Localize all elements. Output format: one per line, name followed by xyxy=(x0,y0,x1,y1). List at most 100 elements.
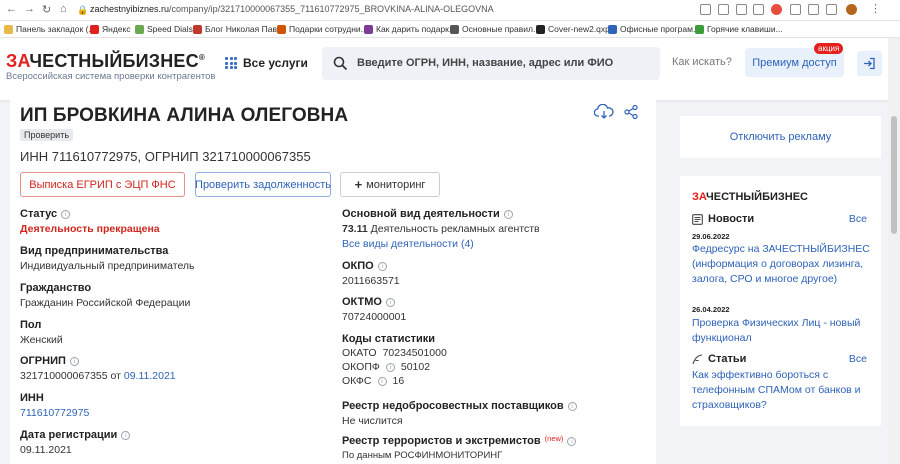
info-icon[interactable]: i xyxy=(61,209,71,219)
registration-date-value: 09.11.2021 xyxy=(20,444,72,456)
articles-label: Статьи xyxy=(708,353,747,365)
info-icon[interactable]: i xyxy=(385,297,395,307)
cloud-download-icon[interactable] xyxy=(594,104,614,120)
main-activity-label: Основной вид деятельности xyxy=(342,208,500,220)
search-input[interactable]: Введите ОГРН, ИНН, название, адрес или Ф… xyxy=(322,47,660,80)
ogrnip-number: 321710000067355 xyxy=(20,370,108,382)
disable-ads-link[interactable]: Отключить рекламу xyxy=(680,116,881,158)
new-badge: (new) xyxy=(544,433,564,443)
bookmark-item[interactable]: Как дарить подарк... xyxy=(364,24,456,34)
profile-avatar[interactable] xyxy=(846,4,857,15)
inn-value-link[interactable]: 711610772975 xyxy=(20,407,89,419)
news-date: 26.04.2022 xyxy=(692,305,730,314)
oktmo-value: 70724000001 xyxy=(342,311,407,323)
bookmark-item[interactable]: Блог Николая Пав... xyxy=(193,24,284,34)
home-icon[interactable]: ⌂ xyxy=(60,3,67,15)
all-activities-link[interactable]: Все виды деятельности (4) xyxy=(342,238,540,250)
bookmark-item[interactable]: Подарки сотрудни... xyxy=(277,24,368,34)
login-button[interactable] xyxy=(857,51,882,76)
okpo-label: ОКПО xyxy=(342,260,374,272)
egrip-extract-button[interactable]: Выписка ЕГРИП с ЭЦП ФНС xyxy=(20,172,185,197)
lock-icon[interactable]: 🔒 xyxy=(77,5,88,16)
registration-date-label: Дата регистрации xyxy=(20,429,118,441)
how-to-search-link[interactable]: Как искать? xyxy=(672,56,732,68)
all-news-link[interactable]: Все xyxy=(849,213,867,225)
kebab-menu-icon[interactable]: ⋮ xyxy=(870,2,881,15)
monitoring-button[interactable]: + мониторинг xyxy=(340,172,440,197)
extension-icon[interactable] xyxy=(771,4,782,15)
bookmark-item[interactable]: Speed Dials xyxy=(135,24,193,34)
okopf-row: ОКОПФ i 50102 xyxy=(342,361,447,373)
oktmo-field: ОКТМО i 70724000001 xyxy=(342,296,406,323)
news-item-link[interactable]: Федресурс на ЗАЧЕСТНЫЙБИЗНЕС (информация… xyxy=(692,242,872,287)
site-header: ЗАЧЕСТНЫЙБИЗНЕС® Всероссийская система п… xyxy=(0,38,888,100)
stat-codes-label: Коды статистики xyxy=(342,333,436,345)
article-link[interactable]: Как эффективно бороться с телефонным СПА… xyxy=(692,368,872,413)
info-icon[interactable]: i xyxy=(377,377,387,386)
puzzle-icon[interactable] xyxy=(808,4,819,15)
news-card-logo: ЗАЧЕСТНЫЙБИЗНЕС xyxy=(692,191,809,203)
url-field[interactable]: zachestnyibiznes.ru/company/ip/321710000… xyxy=(90,4,494,14)
okopf-value: 50102 xyxy=(400,361,431,373)
terrorists-registry-label: Реестр террористов и экстремистов xyxy=(342,435,541,447)
sex-label: Пол xyxy=(20,319,42,331)
info-icon[interactable]: i xyxy=(385,363,395,372)
reload-icon[interactable]: ↻ xyxy=(42,3,51,16)
info-icon[interactable]: i xyxy=(69,356,79,366)
back-icon[interactable]: ← xyxy=(6,3,17,15)
sidebar-icon[interactable] xyxy=(826,4,837,15)
keyboard-icon xyxy=(695,24,704,34)
unfair-suppliers-label: Реестр недобросовестных поставщиков xyxy=(342,400,564,412)
ogrnip-field: ОГРНИП i 321710000067355 от 09.11.2021 xyxy=(20,355,176,382)
share-page-icon[interactable] xyxy=(753,4,764,15)
activity-value: Деятельность рекламных агентств xyxy=(370,223,540,235)
all-services-button[interactable]: Все услуги xyxy=(225,56,308,70)
camera-icon[interactable] xyxy=(736,4,747,15)
browser-address-bar: ← → ↻ ⌂ 🔒 zachestnyibiznes.ru/company/ip… xyxy=(0,0,900,21)
okpo-field: ОКПО i 2011663571 xyxy=(342,260,400,287)
login-icon xyxy=(864,57,875,70)
yandex-icon xyxy=(90,24,99,34)
unfair-suppliers-value: Не числится xyxy=(342,415,403,427)
all-services-label: Все услуги xyxy=(243,56,308,70)
verify-tag[interactable]: Проверить xyxy=(20,129,74,141)
bookmark-star-icon[interactable] xyxy=(790,4,801,15)
check-debt-button[interactable]: Проверить задолженность xyxy=(195,172,331,197)
newspaper-icon xyxy=(692,213,703,225)
bookmark-item[interactable]: Панель закладок (... xyxy=(4,24,96,34)
bookmark-item[interactable]: Основные правил... xyxy=(450,24,540,34)
okfs-value: 16 xyxy=(392,375,405,387)
all-articles-link[interactable]: Все xyxy=(849,353,867,365)
quill-icon xyxy=(692,353,703,364)
info-icon[interactable]: i xyxy=(567,401,577,411)
translate-icon[interactable] xyxy=(700,4,711,15)
forward-icon[interactable]: → xyxy=(24,3,35,15)
page-scrollbar[interactable] xyxy=(888,38,900,464)
oktmo-label: ОКТМО xyxy=(342,296,382,308)
info-icon[interactable]: i xyxy=(567,436,577,446)
plus-icon: + xyxy=(354,177,363,192)
search-placeholder: Введите ОГРН, ИНН, название, адрес или Ф… xyxy=(357,57,614,69)
activity-code: 73.11 xyxy=(342,223,368,235)
office-icon xyxy=(608,24,617,34)
registration-date-field: Дата регистрации i 09.11.2021 xyxy=(20,429,131,456)
site-logo[interactable]: ЗАЧЕСТНЫЙБИЗНЕС® xyxy=(6,51,205,72)
ogrnip-date-link[interactable]: 09.11.2021 xyxy=(124,370,176,382)
okfs-label: ОКФС xyxy=(342,375,372,387)
share-icon[interactable] xyxy=(623,104,639,120)
info-icon[interactable]: i xyxy=(121,430,131,440)
info-icon[interactable]: i xyxy=(503,209,513,219)
bookmark-item[interactable]: Яндекс xyxy=(90,24,131,34)
status-label: Статус xyxy=(20,208,58,220)
news-item-link[interactable]: Проверка Физических Лиц - новый функцион… xyxy=(692,316,872,346)
zoom-icon[interactable] xyxy=(718,4,729,15)
okpo-value: 2011663571 xyxy=(342,275,400,287)
entrepreneur-type-value: Индивидуальный предприниматель xyxy=(20,260,195,272)
info-icon[interactable]: i xyxy=(377,261,387,271)
bookmark-item[interactable]: Офисные програм... xyxy=(608,24,700,34)
bookmark-item[interactable]: Горячие клавиши... xyxy=(695,24,783,34)
ogrnip-value: 321710000067355 от 09.11.2021 xyxy=(20,370,176,382)
articles-heading: Статьи xyxy=(692,353,746,365)
bookmark-item[interactable]: Cover-new2.qxp xyxy=(536,24,610,34)
scrollbar-thumb[interactable] xyxy=(891,116,897,234)
